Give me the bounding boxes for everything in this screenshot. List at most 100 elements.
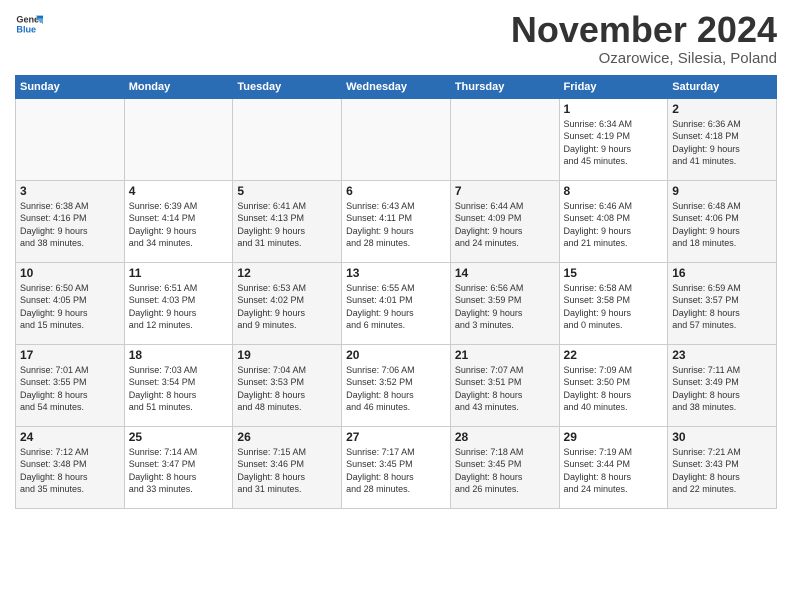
col-header-wednesday: Wednesday: [342, 75, 451, 98]
day-cell: 21 Sunrise: 7:07 AM Sunset: 3:51 PM Dayli…: [450, 344, 559, 426]
day-number: 3: [20, 184, 120, 198]
day-cell: 10 Sunrise: 6:50 AM Sunset: 4:05 PM Dayli…: [16, 262, 125, 344]
day-info: Sunrise: 6:44 AM Sunset: 4:09 PM Dayligh…: [455, 200, 555, 250]
day-info: Sunrise: 6:46 AM Sunset: 4:08 PM Dayligh…: [564, 200, 664, 250]
col-header-saturday: Saturday: [668, 75, 777, 98]
day-number: 22: [564, 348, 664, 362]
day-cell: 4 Sunrise: 6:39 AM Sunset: 4:14 PM Daylig…: [124, 180, 233, 262]
day-number: 14: [455, 266, 555, 280]
day-info: Sunrise: 7:15 AM Sunset: 3:46 PM Dayligh…: [237, 446, 337, 496]
day-cell: [450, 98, 559, 180]
day-number: 2: [672, 102, 772, 116]
day-cell: 22 Sunrise: 7:09 AM Sunset: 3:50 PM Dayli…: [559, 344, 668, 426]
month-title: November 2024: [511, 10, 777, 50]
day-info: Sunrise: 6:58 AM Sunset: 3:58 PM Dayligh…: [564, 282, 664, 332]
day-cell: 14 Sunrise: 6:56 AM Sunset: 3:59 PM Dayli…: [450, 262, 559, 344]
week-row-4: 17Sunrise: 7:01 AM Sunset: 3:55 PM Dayli…: [16, 344, 777, 426]
day-info: Sunrise: 7:12 AM Sunset: 3:48 PM Dayligh…: [20, 446, 120, 496]
day-info: Sunrise: 6:39 AM Sunset: 4:14 PM Dayligh…: [129, 200, 229, 250]
day-info: Sunrise: 7:18 AM Sunset: 3:45 PM Dayligh…: [455, 446, 555, 496]
day-cell: 8 Sunrise: 6:46 AM Sunset: 4:08 PM Daylig…: [559, 180, 668, 262]
day-cell: 7 Sunrise: 6:44 AM Sunset: 4:09 PM Daylig…: [450, 180, 559, 262]
day-info: Sunrise: 6:48 AM Sunset: 4:06 PM Dayligh…: [672, 200, 772, 250]
day-info: Sunrise: 6:34 AM Sunset: 4:19 PM Dayligh…: [564, 118, 664, 168]
day-info: Sunrise: 7:03 AM Sunset: 3:54 PM Dayligh…: [129, 364, 229, 414]
day-info: Sunrise: 7:09 AM Sunset: 3:50 PM Dayligh…: [564, 364, 664, 414]
day-info: Sunrise: 6:41 AM Sunset: 4:13 PM Dayligh…: [237, 200, 337, 250]
day-info: Sunrise: 6:53 AM Sunset: 4:02 PM Dayligh…: [237, 282, 337, 332]
col-header-monday: Monday: [124, 75, 233, 98]
day-cell: 1 Sunrise: 6:34 AM Sunset: 4:19 PM Daylig…: [559, 98, 668, 180]
day-cell: 9 Sunrise: 6:48 AM Sunset: 4:06 PM Daylig…: [668, 180, 777, 262]
day-cell: 23Sunrise: 7:11 AM Sunset: 3:49 PM Dayli…: [668, 344, 777, 426]
col-header-friday: Friday: [559, 75, 668, 98]
day-info: Sunrise: 6:43 AM Sunset: 4:11 PM Dayligh…: [346, 200, 446, 250]
title-block: November 2024 Ozarowice, Silesia, Poland: [511, 10, 777, 67]
col-header-sunday: Sunday: [16, 75, 125, 98]
day-info: Sunrise: 7:07 AM Sunset: 3:51 PM Dayligh…: [455, 364, 555, 414]
day-number: 5: [237, 184, 337, 198]
day-cell: [342, 98, 451, 180]
col-header-tuesday: Tuesday: [233, 75, 342, 98]
day-number: 28: [455, 430, 555, 444]
day-number: 6: [346, 184, 446, 198]
day-cell: 5 Sunrise: 6:41 AM Sunset: 4:13 PM Daylig…: [233, 180, 342, 262]
day-number: 15: [564, 266, 664, 280]
col-header-thursday: Thursday: [450, 75, 559, 98]
day-info: Sunrise: 7:19 AM Sunset: 3:44 PM Dayligh…: [564, 446, 664, 496]
day-number: 4: [129, 184, 229, 198]
week-row-2: 3Sunrise: 6:38 AM Sunset: 4:16 PM Daylig…: [16, 180, 777, 262]
logo: General Blue: [15, 10, 43, 38]
day-cell: 29 Sunrise: 7:19 AM Sunset: 3:44 PM Dayli…: [559, 426, 668, 508]
day-number: 18: [129, 348, 229, 362]
day-number: 19: [237, 348, 337, 362]
day-number: 7: [455, 184, 555, 198]
day-info: Sunrise: 6:56 AM Sunset: 3:59 PM Dayligh…: [455, 282, 555, 332]
day-info: Sunrise: 7:17 AM Sunset: 3:45 PM Dayligh…: [346, 446, 446, 496]
day-cell: 25 Sunrise: 7:14 AM Sunset: 3:47 PM Dayli…: [124, 426, 233, 508]
day-cell: [16, 98, 125, 180]
day-cell: 30Sunrise: 7:21 AM Sunset: 3:43 PM Dayli…: [668, 426, 777, 508]
day-cell: 28 Sunrise: 7:18 AM Sunset: 3:45 PM Dayli…: [450, 426, 559, 508]
logo-icon: General Blue: [15, 10, 43, 38]
day-number: 21: [455, 348, 555, 362]
day-info: Sunrise: 6:36 AM Sunset: 4:18 PM Dayligh…: [672, 118, 772, 168]
day-number: 13: [346, 266, 446, 280]
day-number: 20: [346, 348, 446, 362]
day-cell: 18 Sunrise: 7:03 AM Sunset: 3:54 PM Dayli…: [124, 344, 233, 426]
day-number: 11: [129, 266, 229, 280]
day-number: 12: [237, 266, 337, 280]
header-row: SundayMondayTuesdayWednesdayThursdayFrid…: [16, 75, 777, 98]
day-info: Sunrise: 7:14 AM Sunset: 3:47 PM Dayligh…: [129, 446, 229, 496]
day-info: Sunrise: 6:55 AM Sunset: 4:01 PM Dayligh…: [346, 282, 446, 332]
day-info: Sunrise: 6:59 AM Sunset: 3:57 PM Dayligh…: [672, 282, 772, 332]
day-cell: 26Sunrise: 7:15 AM Sunset: 3:46 PM Dayli…: [233, 426, 342, 508]
day-cell: 16 Sunrise: 6:59 AM Sunset: 3:57 PM Dayli…: [668, 262, 777, 344]
day-number: 9: [672, 184, 772, 198]
svg-text:Blue: Blue: [16, 24, 36, 34]
day-info: Sunrise: 7:21 AM Sunset: 3:43 PM Dayligh…: [672, 446, 772, 496]
day-info: Sunrise: 6:50 AM Sunset: 4:05 PM Dayligh…: [20, 282, 120, 332]
day-number: 16: [672, 266, 772, 280]
day-info: Sunrise: 7:11 AM Sunset: 3:49 PM Dayligh…: [672, 364, 772, 414]
week-row-5: 24 Sunrise: 7:12 AM Sunset: 3:48 PM Dayli…: [16, 426, 777, 508]
day-cell: [124, 98, 233, 180]
day-number: 1: [564, 102, 664, 116]
day-cell: 19 Sunrise: 7:04 AM Sunset: 3:53 PM Dayli…: [233, 344, 342, 426]
day-number: 8: [564, 184, 664, 198]
day-number: 10: [20, 266, 120, 280]
day-cell: 27Sunrise: 7:17 AM Sunset: 3:45 PM Dayli…: [342, 426, 451, 508]
day-cell: [233, 98, 342, 180]
page-container: General Blue November 2024 Ozarowice, Si…: [0, 0, 792, 514]
day-number: 17: [20, 348, 120, 362]
day-info: Sunrise: 7:04 AM Sunset: 3:53 PM Dayligh…: [237, 364, 337, 414]
header: General Blue November 2024 Ozarowice, Si…: [15, 10, 777, 67]
day-cell: 13 Sunrise: 6:55 AM Sunset: 4:01 PM Dayli…: [342, 262, 451, 344]
day-number: 25: [129, 430, 229, 444]
location: Ozarowice, Silesia, Poland: [511, 50, 777, 67]
day-cell: 20Sunrise: 7:06 AM Sunset: 3:52 PM Dayli…: [342, 344, 451, 426]
day-number: 24: [20, 430, 120, 444]
week-row-1: 1 Sunrise: 6:34 AM Sunset: 4:19 PM Daylig…: [16, 98, 777, 180]
day-cell: 12 Sunrise: 6:53 AM Sunset: 4:02 PM Dayli…: [233, 262, 342, 344]
day-number: 29: [564, 430, 664, 444]
